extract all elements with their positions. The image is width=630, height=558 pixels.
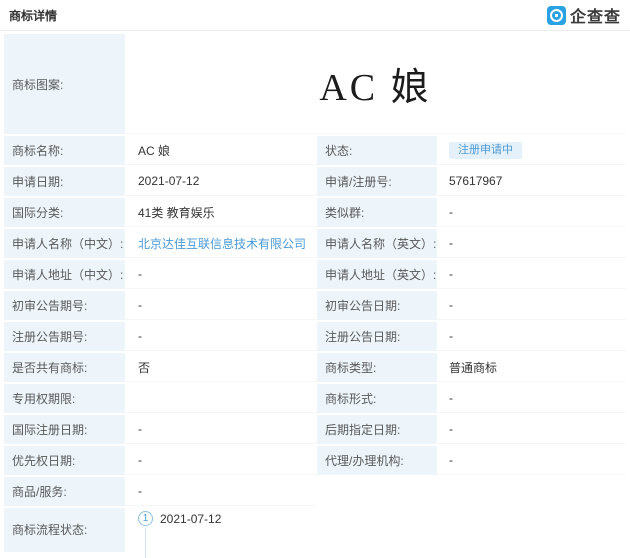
field-rows: 商标名称: AC 娘状态: 注册申请中申请日期: 2021-07-12 申请/注册号: 5… bbox=[4, 136, 626, 506]
field-label: 国际注册日期: bbox=[4, 415, 125, 444]
field-label: 商标名称: bbox=[4, 136, 125, 165]
qichacha-logo[interactable]: 企查查 bbox=[546, 3, 621, 27]
trademark-pattern-row: 商标图案: AC 娘 bbox=[4, 34, 626, 134]
field-value: - bbox=[125, 260, 317, 289]
field-value: - bbox=[437, 291, 626, 320]
flow-timeline: 1 2021-07-12 bbox=[125, 508, 626, 558]
field-label: 初审公告期号: bbox=[4, 291, 125, 320]
field-value: - bbox=[437, 415, 626, 444]
field-label: 注册公告日期: bbox=[317, 322, 437, 351]
table-row: 注册公告期号: - 注册公告日期: - bbox=[4, 322, 626, 351]
field-label: 是否共有商标: bbox=[4, 353, 125, 382]
field-value bbox=[125, 384, 317, 413]
table-row: 优先权日期: - 代理/办理机构: - bbox=[4, 446, 626, 475]
empty-cell bbox=[317, 477, 626, 506]
pattern-label: 商标图案: bbox=[4, 34, 125, 134]
field-value: - bbox=[125, 446, 317, 475]
qichacha-ring-glyph bbox=[549, 8, 563, 22]
flow-step: 1 2021-07-12 bbox=[138, 511, 221, 526]
field-value: 普通商标 bbox=[437, 353, 626, 382]
field-value: 57617967 bbox=[437, 167, 626, 196]
flow-step-number-icon: 1 bbox=[138, 511, 153, 526]
field-label: 申请人名称（英文）: bbox=[317, 229, 437, 258]
trademark-image-cell: AC 娘 bbox=[125, 34, 626, 134]
field-label: 申请人地址（英文）: bbox=[317, 260, 437, 289]
page-title: 商标详情 bbox=[9, 8, 58, 23]
field-value: - bbox=[125, 291, 317, 320]
table-row: 国际注册日期: - 后期指定日期: - bbox=[4, 415, 626, 444]
field-value: AC 娘 bbox=[125, 136, 317, 165]
field-label: 初审公告日期: bbox=[317, 291, 437, 320]
status-badge: 注册申请中 bbox=[449, 141, 522, 159]
field-value: - bbox=[437, 322, 626, 351]
field-label: 申请人地址（中文）: bbox=[4, 260, 125, 289]
field-label: 商标形式: bbox=[317, 384, 437, 413]
field-label: 申请人名称（中文）: bbox=[4, 229, 125, 258]
field-label: 申请日期: bbox=[4, 167, 125, 196]
field-label: 专用权期限: bbox=[4, 384, 125, 413]
field-label: 商品/服务: bbox=[4, 477, 125, 506]
flow-timeline-connector bbox=[145, 528, 146, 558]
table-row: 专用权期限: 商标形式: - bbox=[4, 384, 626, 413]
field-value: 否 bbox=[125, 353, 317, 382]
table-row: 商品/服务: - bbox=[4, 477, 626, 506]
field-value: - bbox=[437, 198, 626, 227]
field-value: 41类 教育娱乐 bbox=[125, 198, 317, 227]
table-row: 国际分类: 41类 教育娱乐 类似群: - bbox=[4, 198, 626, 227]
table-row: 商标名称: AC 娘状态: 注册申请中 bbox=[4, 136, 626, 165]
flow-status-label: 商标流程状态: bbox=[4, 508, 125, 552]
field-label: 代理/办理机构: bbox=[317, 446, 437, 475]
field-value: 2021-07-12 bbox=[125, 167, 317, 196]
trademark-detail-table: 商标图案: AC 娘 商标名称: AC 娘状态: 注册申请中 申请日期: 2021-07… bbox=[4, 34, 626, 558]
flow-step-date: 2021-07-12 bbox=[160, 511, 222, 526]
field-value: - bbox=[437, 260, 626, 289]
page-header: 商标详情 企查查 bbox=[0, 0, 630, 31]
brand-name: 企查查 bbox=[569, 9, 621, 26]
table-row: 是否共有商标: 否商标类型: 普通商标 bbox=[4, 353, 626, 382]
field-label: 国际分类: bbox=[4, 198, 125, 227]
trademark-image-text: AC 娘 bbox=[319, 67, 432, 109]
field-value: - bbox=[437, 446, 626, 475]
field-label: 优先权日期: bbox=[4, 446, 125, 475]
table-row: 初审公告期号: - 初审公告日期: - bbox=[4, 291, 626, 320]
field-label: 状态: bbox=[317, 136, 437, 165]
field-label: 注册公告期号: bbox=[4, 322, 125, 351]
flow-status-row: 商标流程状态: 1 2021-07-12 bbox=[4, 508, 626, 558]
field-label: 商标类型: bbox=[317, 353, 437, 382]
table-row: 申请人地址（中文）: - 申请人地址（英文）: - bbox=[4, 260, 626, 289]
table-row: 申请人名称（中文）: 北京达佳互联信息技术有限公司 申请人名称（英文）: - bbox=[4, 229, 626, 258]
field-value: - bbox=[125, 322, 317, 351]
field-label: 类似群: bbox=[317, 198, 437, 227]
field-label: 后期指定日期: bbox=[317, 415, 437, 444]
field-value: 北京达佳互联信息技术有限公司 bbox=[125, 229, 317, 258]
table-row: 申请日期: 2021-07-12 申请/注册号: 57617967 bbox=[4, 167, 626, 196]
field-label: 申请/注册号: bbox=[317, 167, 437, 196]
field-value: - bbox=[125, 415, 317, 444]
field-value: - bbox=[437, 229, 626, 258]
field-value: - bbox=[437, 384, 626, 413]
field-value: 注册申请中 bbox=[437, 136, 626, 165]
qichacha-brand-icon bbox=[546, 5, 566, 25]
field-value: - bbox=[125, 477, 317, 506]
applicant-name-link[interactable]: 北京达佳互联信息技术有限公司 bbox=[138, 235, 306, 252]
